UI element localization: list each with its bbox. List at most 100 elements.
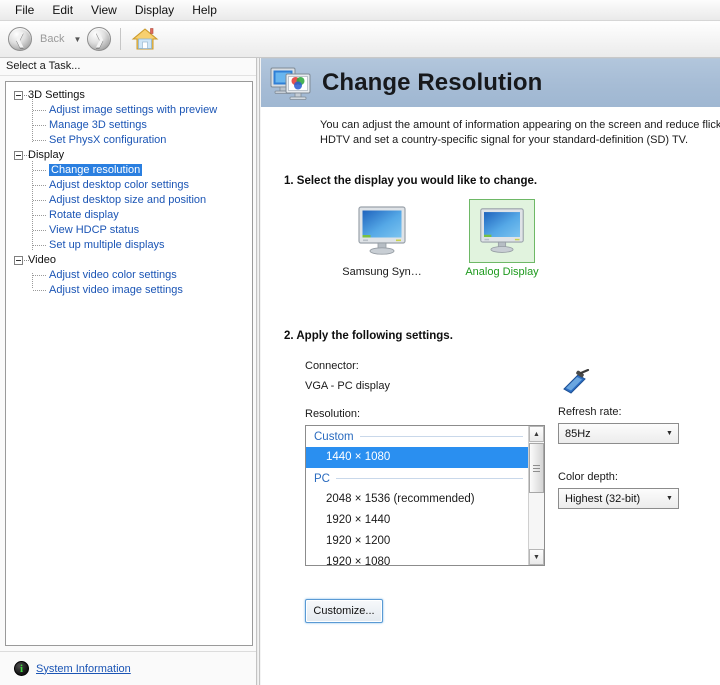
scrollbar-thumb[interactable] xyxy=(529,443,544,493)
sidebar-item-view-hdcp-status[interactable]: View HDCP status xyxy=(6,223,252,238)
refresh-rate-dropdown[interactable]: 85Hz ▼ xyxy=(558,423,679,444)
page-banner: Change Resolution xyxy=(261,59,720,107)
menu-bar: File Edit View Display Help xyxy=(0,0,720,21)
tree-group-display[interactable]: Display xyxy=(6,148,252,163)
menu-item-view[interactable]: View xyxy=(82,1,126,20)
expander-collapse-icon[interactable] xyxy=(14,91,23,100)
resolution-group-pc: PC xyxy=(306,468,529,489)
connector-label: Connector: xyxy=(305,360,359,372)
step-1-heading: 1. Select the display you would like to … xyxy=(284,175,538,187)
sidebar-item-label: Adjust video image settings xyxy=(49,284,183,296)
sidebar-item-adjust-video-color-settings[interactable]: Adjust video color settings xyxy=(6,268,252,283)
sidebar-item-adjust-image-settings[interactable]: Adjust image settings with preview xyxy=(6,103,252,118)
sidebar-item-label: Change resolution xyxy=(49,164,143,176)
tree-elbow xyxy=(33,200,46,201)
content-pane: Change Resolution You can adjust the amo… xyxy=(261,58,720,685)
sidebar-item-set-up-multiple-displays[interactable]: Set up multiple displays xyxy=(6,238,252,253)
group-rule xyxy=(335,478,523,479)
color-depth-label: Color depth: xyxy=(558,471,618,483)
resolution-item[interactable]: 1920 × 1440 xyxy=(306,510,529,531)
color-depth-dropdown[interactable]: Highest (32-bit) ▼ xyxy=(558,488,679,509)
tree-elbow xyxy=(33,245,46,246)
refresh-rate-label: Refresh rate: xyxy=(558,406,622,418)
pane-splitter[interactable] xyxy=(256,58,260,685)
chevron-down-icon: ▼ xyxy=(666,495,673,502)
display-thumbnail-box xyxy=(469,199,535,263)
sidebar-item-label: Manage 3D settings xyxy=(49,119,147,131)
expander-collapse-icon[interactable] xyxy=(14,256,23,265)
tree-dash xyxy=(24,155,29,156)
display-tile-label: Analog Display xyxy=(465,266,539,278)
sidebar-item-label: Adjust desktop size and position xyxy=(49,194,207,206)
tree-elbow xyxy=(33,230,46,231)
task-tree[interactable]: 3D Settings Adjust image settings with p… xyxy=(5,81,253,646)
tree-group-label: Video xyxy=(28,254,56,266)
menu-item-file[interactable]: File xyxy=(6,1,43,20)
connector-value: VGA - PC display xyxy=(305,380,390,392)
tree-elbow xyxy=(33,110,46,111)
page-title: Change Resolution xyxy=(322,69,543,96)
resolution-item[interactable]: 1440 × 1080 xyxy=(306,447,529,468)
display-selector: Samsung Syn… Analog Display xyxy=(342,199,644,289)
resolution-scrollbar[interactable]: ▲ ▼ xyxy=(528,426,544,565)
resolution-item[interactable]: 1920 × 1200 xyxy=(306,531,529,552)
sidebar-item-adjust-video-image-settings[interactable]: Adjust video image settings xyxy=(6,283,252,298)
color-depth-value: Highest (32-bit) xyxy=(565,492,641,505)
monitor-icon xyxy=(358,206,406,255)
tree-group-video[interactable]: Video xyxy=(6,253,252,268)
resolution-list[interactable]: Custom 1440 × 1080 PC 2048 × 1536 (recom… xyxy=(305,425,545,566)
tree-elbow xyxy=(33,215,46,216)
select-a-task-header: Select a Task... xyxy=(0,58,258,76)
home-icon[interactable] xyxy=(131,26,159,52)
toolbar-divider xyxy=(120,28,122,50)
forward-button[interactable]: ❱ xyxy=(86,26,112,52)
chevron-down-icon[interactable]: ▼ xyxy=(70,26,84,52)
back-label: Back xyxy=(40,33,65,45)
vga-connector-icon xyxy=(558,368,590,402)
menu-item-edit[interactable]: Edit xyxy=(43,1,82,20)
info-icon: i xyxy=(14,661,29,676)
sidebar-item-change-resolution[interactable]: Change resolution xyxy=(6,163,252,178)
sidebar-item-label: Adjust desktop color settings xyxy=(49,179,190,191)
tree-group-label: 3D Settings xyxy=(28,89,85,101)
resolution-group-label: PC xyxy=(314,472,330,485)
chevron-down-icon: ▼ xyxy=(666,430,673,437)
refresh-rate-value: 85Hz xyxy=(565,427,591,440)
resolution-label: Resolution: xyxy=(305,408,361,420)
tree-elbow xyxy=(33,185,46,186)
back-button[interactable]: ❰ xyxy=(7,26,33,52)
monitor-icon xyxy=(480,208,524,253)
resolution-group-custom: Custom xyxy=(306,426,529,447)
display-tile-samsung[interactable]: Samsung Syn… xyxy=(342,199,422,289)
tree-group-label: Display xyxy=(28,149,65,161)
step-2-heading: 2. Apply the following settings. xyxy=(284,330,453,342)
menu-item-display[interactable]: Display xyxy=(126,1,183,20)
tree-elbow xyxy=(33,290,46,291)
tree-elbow xyxy=(33,275,46,276)
triangle-down-icon[interactable]: ▼ xyxy=(529,549,544,565)
triangle-up-icon[interactable]: ▲ xyxy=(529,426,544,442)
tree-group-3d-settings[interactable]: 3D Settings xyxy=(6,88,252,103)
sidebar-item-label: Set PhysX configuration xyxy=(49,134,167,146)
tree-dash xyxy=(24,95,29,96)
sidebar-item-adjust-desktop-size-and-position[interactable]: Adjust desktop size and position xyxy=(6,193,252,208)
resolution-item[interactable]: 2048 × 1536 (recommended) xyxy=(306,489,529,510)
sidebar-item-label: Set up multiple displays xyxy=(49,239,165,251)
menu-item-help[interactable]: Help xyxy=(183,1,226,20)
display-thumbnail-box xyxy=(349,199,415,263)
sidebar-item-manage-3d-settings[interactable]: Manage 3D settings xyxy=(6,118,252,133)
sidebar-item-adjust-desktop-color-settings[interactable]: Adjust desktop color settings xyxy=(6,178,252,193)
sidebar: 3D Settings Adjust image settings with p… xyxy=(0,76,256,651)
expander-collapse-icon[interactable] xyxy=(14,151,23,160)
sidebar-item-label: Adjust image settings with preview xyxy=(49,104,218,116)
sidebar-item-label: View HDCP status xyxy=(49,224,140,236)
customize-button[interactable]: Customize... xyxy=(305,599,383,623)
display-color-icon xyxy=(269,65,313,101)
resolution-item[interactable]: 1920 × 1080 xyxy=(306,552,529,565)
system-information-link[interactable]: System Information xyxy=(36,663,131,675)
display-tile-analog[interactable]: Analog Display xyxy=(464,199,540,289)
group-rule xyxy=(359,436,523,437)
tree-elbow xyxy=(33,170,46,171)
sidebar-item-set-physx-configuration[interactable]: Set PhysX configuration xyxy=(6,133,252,148)
sidebar-item-rotate-display[interactable]: Rotate display xyxy=(6,208,252,223)
